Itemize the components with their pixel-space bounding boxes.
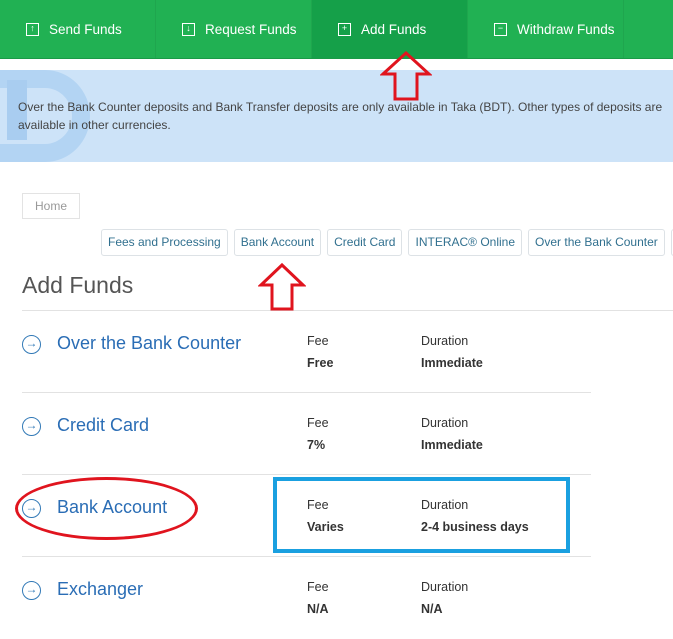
nav-request-funds[interactable]: ↓ Request Funds [156,0,312,58]
red-arrow-annotation [380,50,432,101]
nav-withdraw-funds[interactable]: − Withdraw Funds [468,0,624,58]
fee-value: 7% [307,438,326,452]
info-banner: Over the Bank Counter deposits and Bank … [0,70,673,162]
tab-bank-account[interactable]: Bank Account [233,229,322,256]
method-row: → Over the Bank Counter Fee Free Duratio… [22,311,591,393]
duration-label: Duration [421,580,469,594]
page-title: Add Funds [22,272,134,298]
arrow-right-circle-icon[interactable]: → [22,417,41,436]
download-box-icon: ↓ [182,22,195,36]
fee-label: Fee [307,580,329,594]
breadcrumb-home[interactable]: Home [22,193,80,219]
upload-box-icon: ↑ [26,22,39,36]
minus-box-icon: − [494,22,507,36]
method-tabs: Fees and Processing Bank Account Credit … [101,229,673,256]
plus-box-icon: + [338,22,351,36]
arrow-right-circle-icon[interactable]: → [22,335,41,354]
tab-fees-processing[interactable]: Fees and Processing [101,229,228,256]
tab-credit-card[interactable]: Credit Card [327,229,403,256]
tab-over-bank-counter[interactable]: Over the Bank Counter [528,229,665,256]
fee-label: Fee [307,416,329,430]
tab-interac-online[interactable]: INTERAC® Online [408,229,523,256]
duration-value: Immediate [421,356,483,370]
arrow-right-circle-icon[interactable]: → [22,581,41,600]
duration-value: N/A [421,602,443,616]
method-row: → Credit Card Fee 7% Duration Immediate [22,393,591,475]
fee-label: Fee [307,334,329,348]
nav-send-funds[interactable]: ↑ Send Funds [0,0,156,58]
banner-text: Over the Bank Counter deposits and Bank … [18,100,663,132]
duration-label: Duration [421,416,469,430]
method-link[interactable]: Over the Bank Counter [57,333,241,354]
duration-label: Duration [421,334,469,348]
duration-value: Immediate [421,438,483,452]
highlight-ellipse [15,477,198,540]
method-row: → Exchanger Fee N/A Duration N/A [22,557,591,639]
method-link[interactable]: Credit Card [57,415,149,436]
top-nav: ↑ Send Funds ↓ Request Funds + Add Funds − W… [0,0,673,59]
method-link[interactable]: Exchanger [57,579,143,600]
fee-value: Free [307,356,334,370]
highlight-box [273,477,570,553]
fee-value: N/A [307,602,329,616]
red-arrow-annotation [258,262,306,311]
